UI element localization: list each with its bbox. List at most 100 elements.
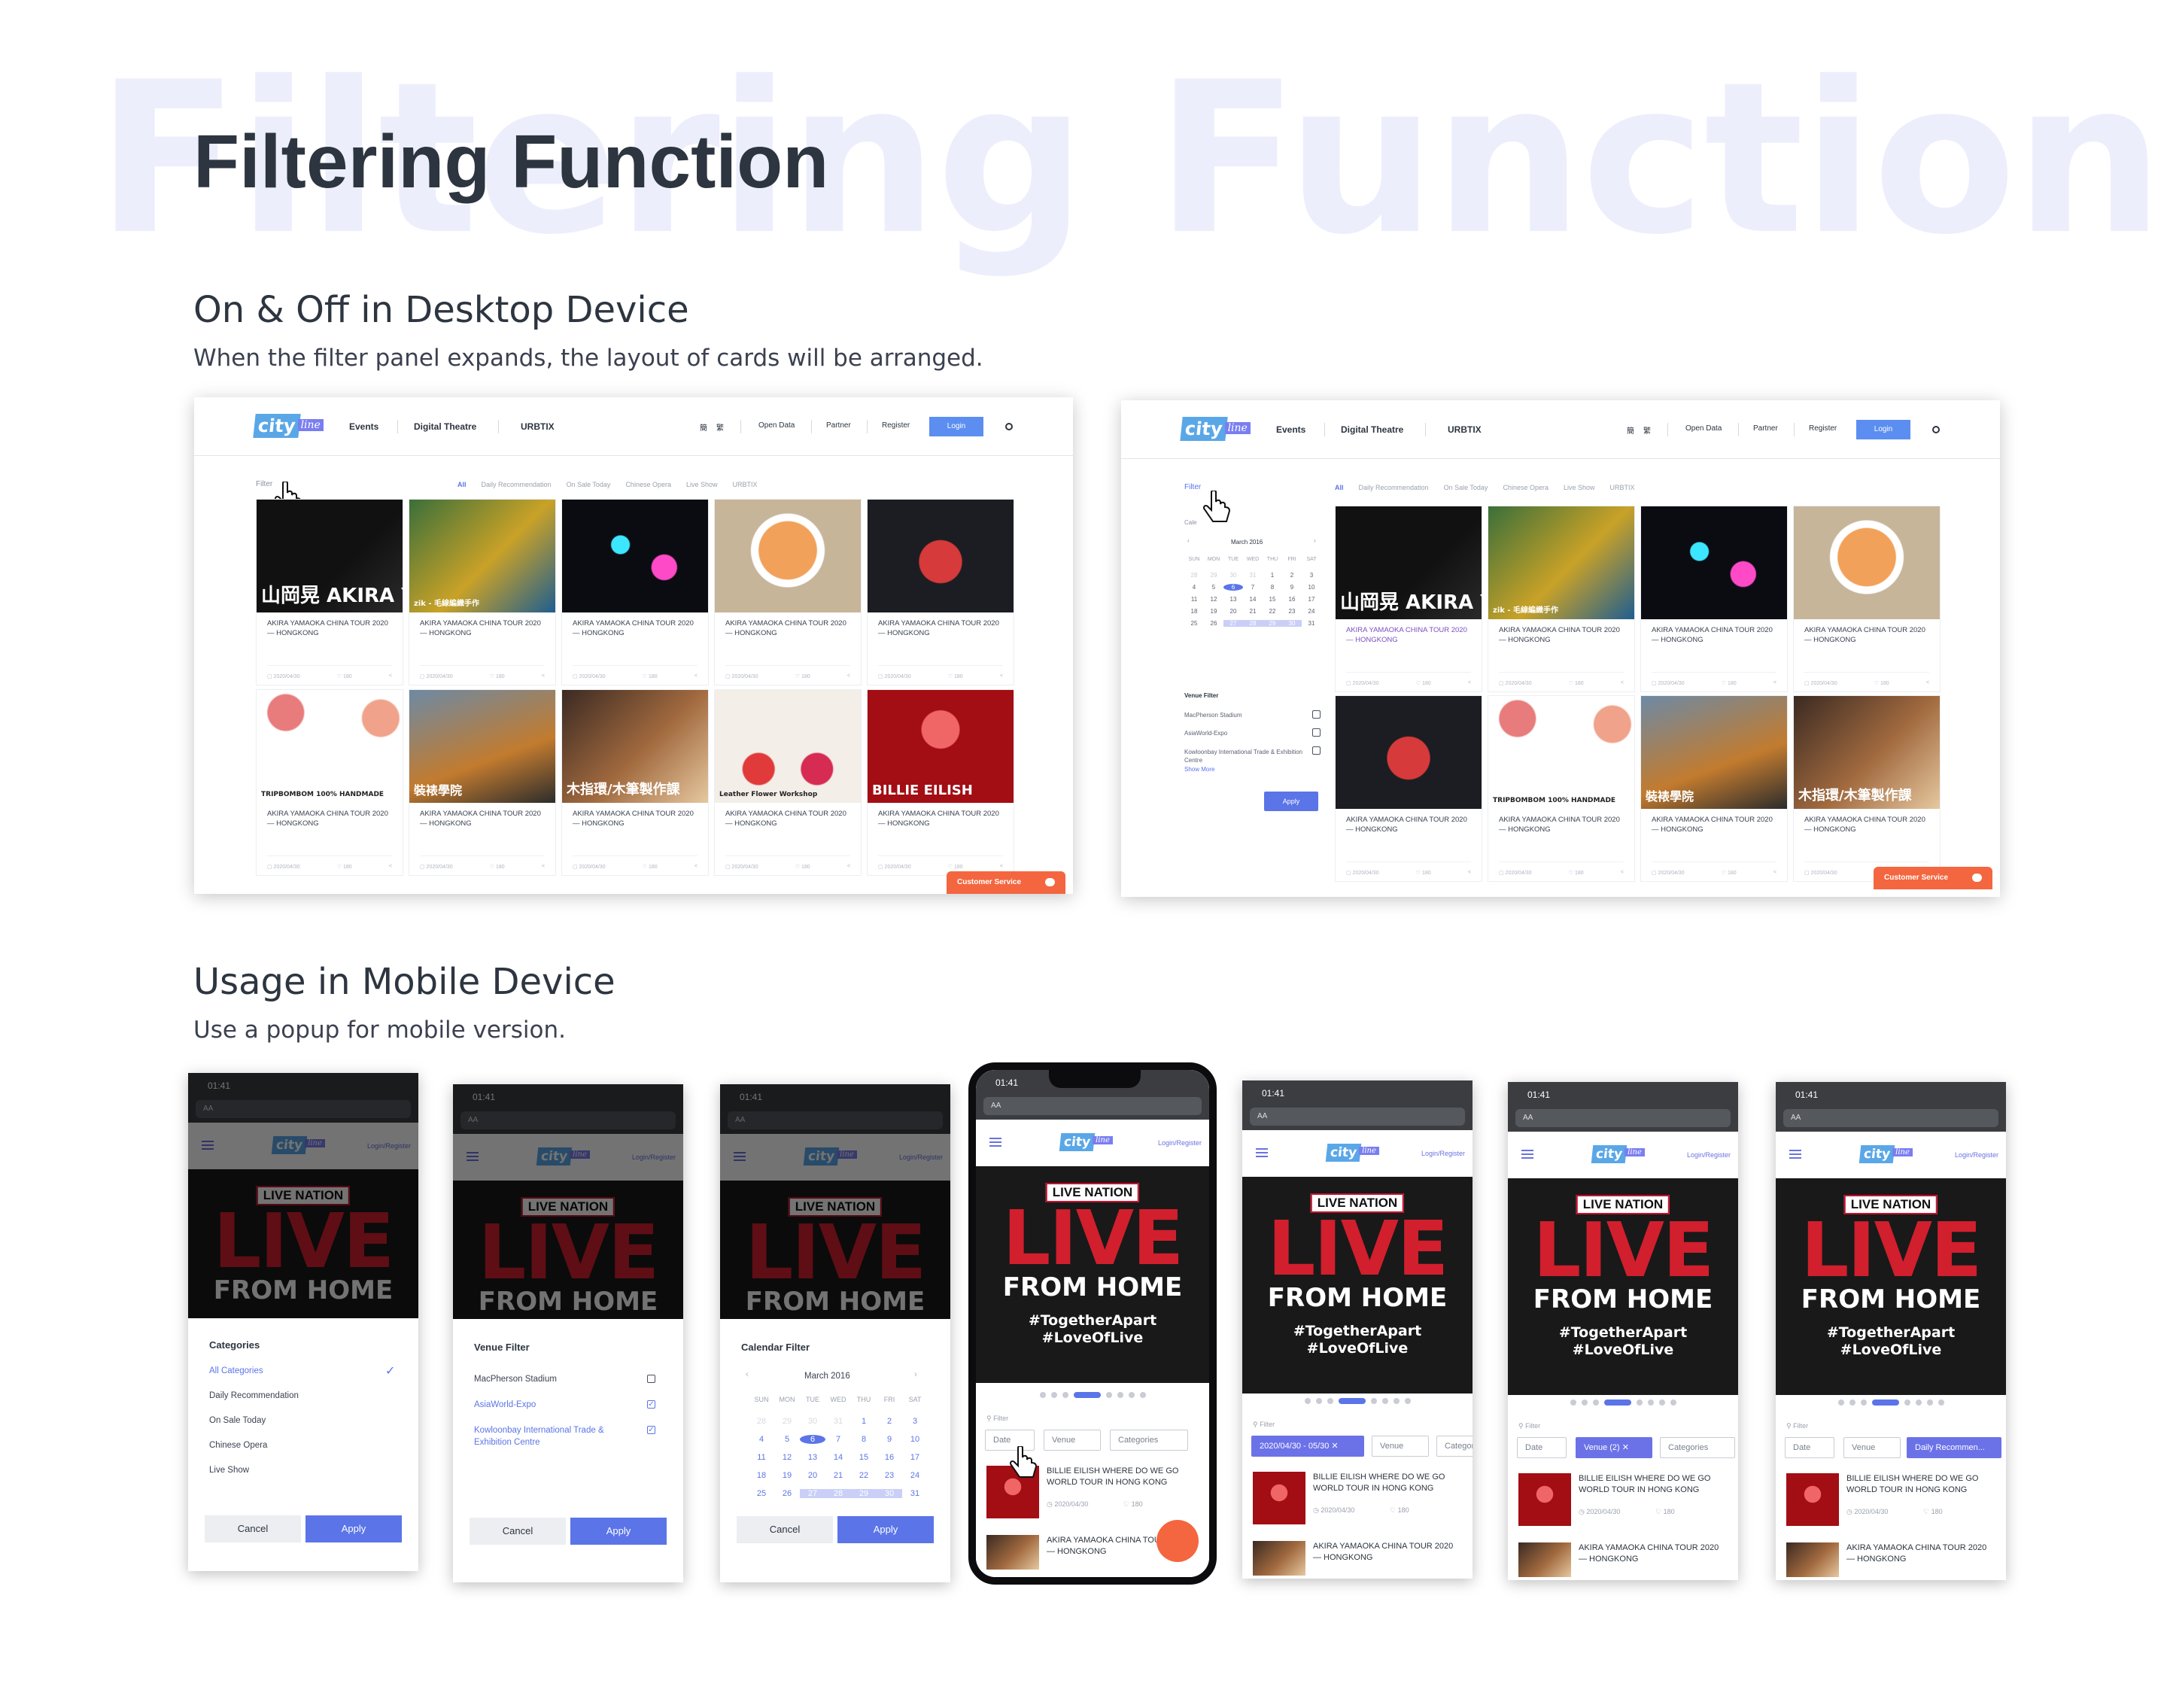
carousel-dot[interactable] [1128, 1392, 1135, 1398]
event-title[interactable]: BILLIE EILISH WHERE DO WE GO WORLD TOUR … [1047, 1466, 1197, 1488]
calendar-day[interactable]: 20 [1223, 608, 1243, 615]
filter-chip-daily-recommendation[interactable]: Daily Recommen... [1907, 1437, 2001, 1458]
event-card[interactable]: Leather Flower Workshop AKIRA YAMAOKA CHI… [714, 689, 862, 876]
venue-option[interactable]: MacPherson Stadium [474, 1373, 640, 1385]
like-icon[interactable]: ♡ 180 [1390, 1506, 1409, 1515]
carousel-dot[interactable] [1050, 1392, 1057, 1398]
carousel-dot[interactable] [1904, 1400, 1910, 1406]
calendar-day[interactable]: 2 [877, 1417, 902, 1426]
cityline-logo[interactable]: cityline [1059, 1133, 1113, 1151]
search-icon[interactable] [1005, 423, 1013, 430]
filter-chip-categories[interactable]: Categories [1110, 1430, 1188, 1451]
venue-checkbox[interactable]: ✓ [647, 1426, 655, 1434]
tab-daily-recommendation[interactable]: Daily Recommendation [1359, 484, 1429, 491]
cancel-button[interactable]: Cancel [205, 1515, 301, 1542]
tab-chinese-opera[interactable]: Chinese Opera [625, 481, 671, 488]
nav-urbtix[interactable]: URBTIX [521, 421, 555, 432]
venue-checkbox[interactable] [1312, 728, 1321, 737]
event-card[interactable]: AKIRA YAMAOKA CHINA TOUR 2020 — HONGKONG… [1640, 506, 1788, 692]
calendar-day[interactable]: 30 [1282, 620, 1302, 627]
filter-chip-venue[interactable]: Venue [1843, 1437, 1901, 1458]
calendar-day[interactable]: 3 [1302, 572, 1321, 579]
event-title[interactable]: AKIRA YAMAOKA CHINA TOUR 2020 — HONGKONG [1313, 1541, 1463, 1564]
like-icon[interactable]: ♡ 180 [643, 673, 658, 679]
customer-service-button[interactable]: Customer Service [1874, 867, 1992, 889]
like-icon[interactable]: ♡ 180 [490, 864, 505, 870]
event-title[interactable]: AKIRA YAMAOKA CHINA TOUR 2020 — HONGKONG [1846, 1542, 1997, 1565]
calendar-day[interactable]: 29 [851, 1489, 877, 1498]
nav-events[interactable]: Events [1276, 424, 1305, 435]
tab-on-sale-today[interactable]: On Sale Today [567, 481, 611, 488]
nav-register[interactable]: Register [882, 421, 910, 430]
nav-open-data[interactable]: Open Data [1685, 424, 1722, 433]
like-icon[interactable]: ♡ 180 [795, 864, 810, 870]
nav-digital-theatre[interactable]: Digital Theatre [414, 421, 476, 432]
carousel-dot[interactable] [1393, 1398, 1400, 1404]
share-icon[interactable]: < [1621, 870, 1624, 875]
filter-toggle[interactable]: Filter [256, 480, 272, 488]
filter-label[interactable]: ⚲ Filter [1518, 1422, 1540, 1430]
calendar-day[interactable]: 14 [825, 1453, 851, 1462]
share-icon[interactable]: < [1468, 680, 1471, 685]
event-card[interactable]: 木指環/木筆製作課 AKIRA YAMAOKA CHINA TOUR 2020 —… [1793, 695, 1941, 882]
like-icon[interactable]: ♡ 180 [1874, 680, 1889, 686]
filter-label[interactable]: ⚲ Filter [986, 1415, 1008, 1423]
calendar-day[interactable]: 11 [1184, 596, 1204, 603]
calendar-day[interactable]: 15 [851, 1453, 877, 1462]
like-icon[interactable]: ♡ 180 [1569, 870, 1584, 876]
filter-chip-date[interactable]: Date [1785, 1437, 1834, 1458]
chat-bubble-icon[interactable] [1156, 1520, 1199, 1562]
like-icon[interactable]: ♡ 180 [643, 864, 658, 870]
calendar-day[interactable]: 9 [1282, 584, 1302, 591]
share-icon[interactable]: < [1926, 680, 1929, 685]
calendar-day[interactable]: 12 [774, 1453, 800, 1462]
share-icon[interactable]: < [1468, 870, 1471, 875]
share-icon[interactable]: < [847, 673, 850, 679]
share-icon[interactable]: < [542, 864, 545, 869]
login-register-link[interactable]: Login/Register [1421, 1150, 1465, 1157]
carousel-dot[interactable] [1915, 1400, 1922, 1406]
event-title[interactable]: BILLIE EILISH WHERE DO WE GO WORLD TOUR … [1846, 1473, 1997, 1496]
carousel-dot[interactable] [1670, 1400, 1676, 1406]
calendar-day[interactable]: 18 [1184, 608, 1204, 615]
calendar-day[interactable]: 20 [800, 1471, 825, 1480]
event-card[interactable]: 山岡晃 AKIRA YAMAOKA AKIRA YAMAOKA CHINA TOU… [1335, 506, 1482, 692]
cancel-button[interactable]: Cancel [737, 1516, 833, 1543]
calendar-day[interactable]: 22 [851, 1471, 877, 1480]
nav-digital-theatre[interactable]: Digital Theatre [1341, 424, 1403, 435]
tab-on-sale-today[interactable]: On Sale Today [1444, 484, 1488, 491]
carousel-dot[interactable] [1381, 1398, 1388, 1404]
filter-chip-date[interactable]: Date [1517, 1437, 1567, 1458]
like-icon[interactable]: ♡ 180 [490, 673, 505, 679]
calendar-day[interactable]: 28 [749, 1417, 774, 1426]
calendar-day[interactable]: 28 [1184, 572, 1204, 579]
like-icon[interactable]: ♡ 180 [1569, 680, 1584, 686]
event-card[interactable]: BILLIE EILISH AKIRA YAMAOKA CHINA TOUR 20… [867, 689, 1014, 876]
carousel-dot[interactable] [1315, 1398, 1322, 1404]
like-icon[interactable]: ♡ 180 [1923, 1508, 1943, 1516]
tab-urbtix[interactable]: URBTIX [1610, 484, 1635, 491]
tab-all[interactable]: All [1335, 484, 1344, 491]
carousel-dot[interactable] [1926, 1400, 1933, 1406]
venue-option[interactable]: Kowloonbay International Trade & Exhibit… [474, 1424, 640, 1448]
filter-chip-categories[interactable]: Categories [1660, 1437, 1735, 1458]
calendar-day[interactable]: 19 [1204, 608, 1223, 615]
event-card[interactable]: TRIPBOMBOM 100% HANDMADE AKIRA YAMAOKA CH… [1488, 695, 1635, 882]
calendar-day[interactable]: 17 [1302, 596, 1321, 603]
menu-icon[interactable] [1789, 1150, 1801, 1159]
share-icon[interactable]: < [1000, 673, 1003, 679]
filter-chip-venue[interactable]: Venue [1372, 1436, 1429, 1457]
calendar-day[interactable]: 7 [825, 1435, 851, 1444]
login-register-link[interactable]: Login/Register [1687, 1151, 1731, 1159]
like-icon[interactable]: ♡ 180 [1123, 1500, 1143, 1509]
filter-chip-venue[interactable]: Venue [1044, 1430, 1101, 1451]
login-button[interactable]: Login [929, 417, 983, 436]
calendar-day[interactable]: 6 [1223, 584, 1243, 591]
calendar-day[interactable]: 29 [774, 1417, 800, 1426]
share-icon[interactable]: < [847, 864, 850, 869]
calendar-day[interactable]: 5 [774, 1435, 800, 1444]
calendar-day[interactable]: 26 [774, 1489, 800, 1498]
cityline-logo[interactable]: cityline [1859, 1145, 1913, 1163]
nav-open-data[interactable]: Open Data [758, 421, 795, 430]
calendar-day[interactable]: 16 [1282, 596, 1302, 603]
